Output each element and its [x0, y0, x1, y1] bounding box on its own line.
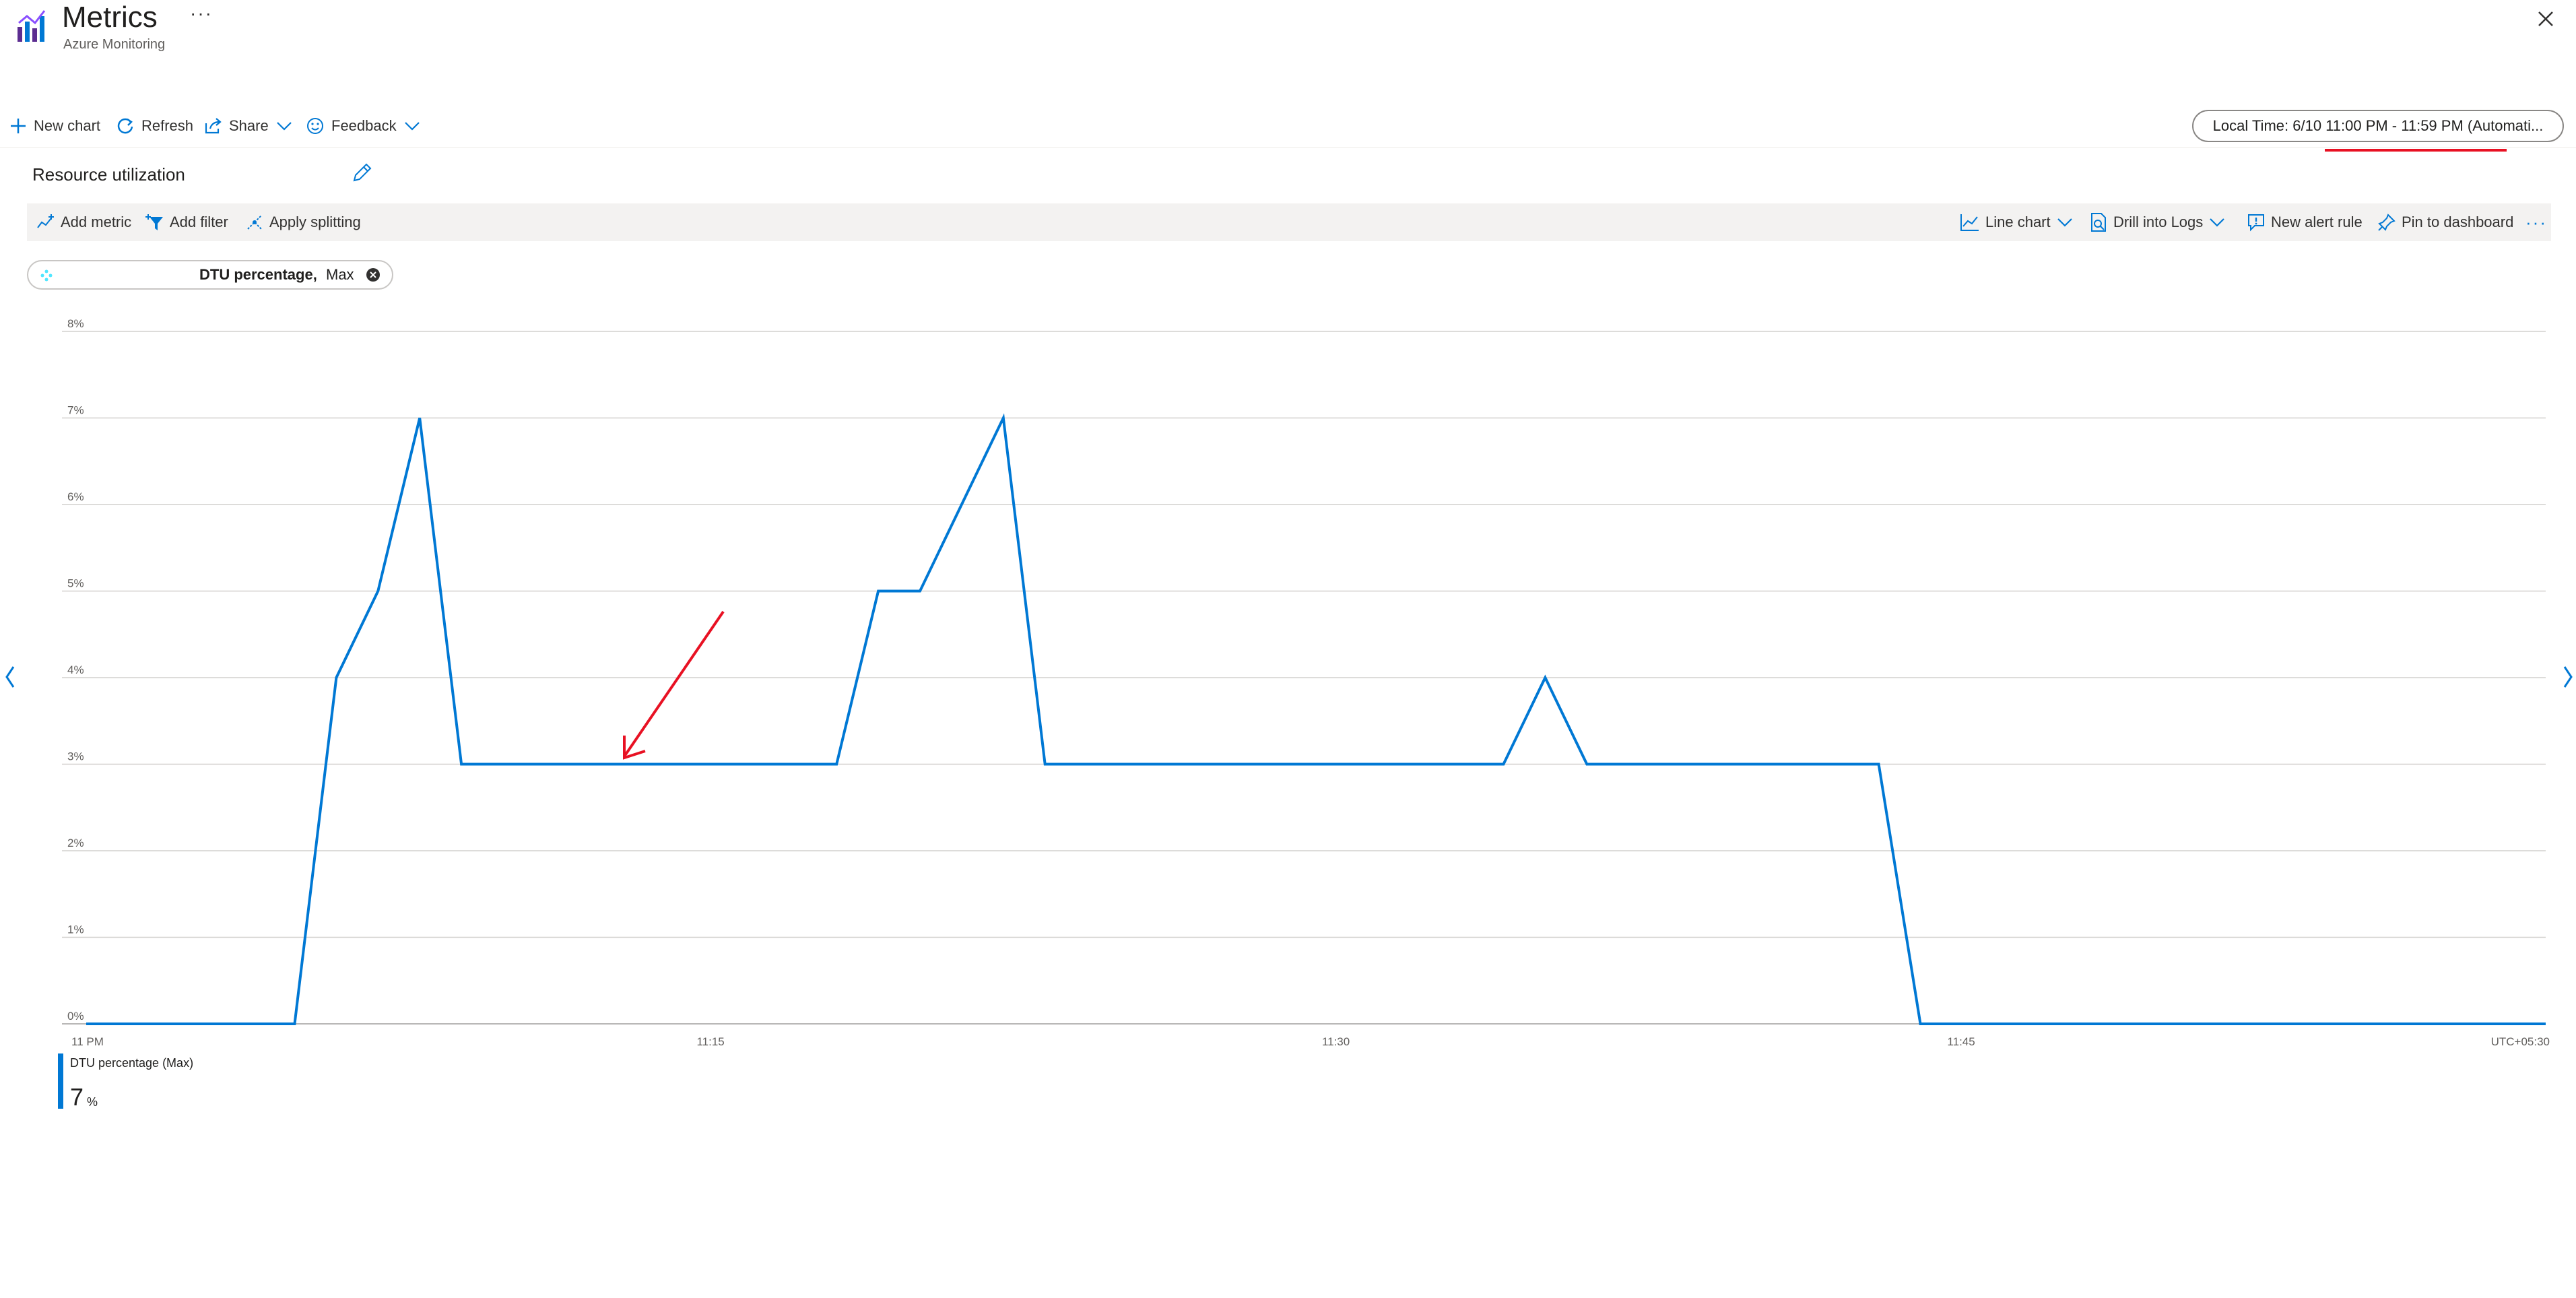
pin-to-dashboard-button[interactable]: Pin to dashboard: [2377, 203, 2513, 241]
y-tick-label: 8%: [67, 317, 84, 330]
metrics-app-icon: [15, 8, 51, 44]
pin-icon: [2378, 214, 2396, 231]
y-tick-label: 7%: [67, 404, 84, 417]
y-tick-label: 0%: [67, 1010, 84, 1023]
toolbar-more-button[interactable]: ···: [2525, 203, 2547, 241]
new-alert-rule-label: New alert rule: [2271, 214, 2363, 230]
line-chart-label: Line chart: [1985, 214, 2051, 230]
y-tick-label: 6%: [67, 490, 84, 503]
series-line: [86, 413, 2546, 1025]
new-alert-rule-button[interactable]: New alert rule: [2247, 203, 2363, 241]
share-button[interactable]: Share: [203, 110, 293, 141]
more-options-button[interactable]: ···: [190, 3, 213, 24]
add-filter-button[interactable]: Add filter: [145, 203, 228, 241]
drill-into-logs-dropdown[interactable]: Drill into Logs: [2089, 203, 2226, 241]
legend-color-bar: [58, 1053, 63, 1109]
y-tick-label: 2%: [67, 837, 84, 849]
edit-icon[interactable]: [350, 162, 373, 185]
drill-into-logs-label: Drill into Logs: [2113, 214, 2204, 230]
share-icon: [205, 118, 222, 134]
new-chart-button[interactable]: New chart: [9, 110, 100, 141]
resource-icon: [39, 268, 54, 286]
chart-series: [86, 413, 2546, 1025]
add-metric-button[interactable]: Add metric: [36, 203, 131, 241]
time-range-label: Local Time: 6/10 11:00 PM - 11:59 PM (Au…: [2212, 117, 2544, 134]
chevron-left-icon[interactable]: [5, 666, 15, 688]
annotation-arrow: [623, 610, 725, 760]
legend-unit: %: [87, 1095, 98, 1109]
share-label: Share: [229, 117, 269, 134]
x-axis-labels: 11 PM 11:15 11:30 11:45 UTC+05:30: [71, 1035, 2550, 1048]
chevron-down-icon: [276, 122, 292, 131]
y-tick-label: 3%: [67, 750, 84, 763]
legend-series-name: DTU percentage (Max): [70, 1056, 194, 1070]
remove-metric-icon[interactable]: [365, 267, 381, 283]
page-title: Metrics: [62, 1, 158, 34]
chevron-down-icon: [2210, 218, 2225, 227]
add-filter-icon: [145, 214, 163, 230]
x-tick-label: 11:15: [696, 1035, 724, 1048]
x-tick-label: 11:30: [1322, 1035, 1350, 1048]
line-chart: 0% 1% 2% 3% 4% 5% 6% 7% 8% 11 PM 11:15 11:30 11:45 U…: [5, 317, 2573, 1048]
x-tick-label: 11:45: [1947, 1035, 1975, 1048]
new-chart-label: New chart: [34, 117, 101, 134]
plus-icon: [11, 119, 26, 133]
timezone-label: UTC+05:30: [2491, 1035, 2550, 1048]
refresh-icon: [117, 118, 133, 134]
page-subtitle: Azure Monitoring: [63, 37, 166, 52]
y-axis-labels: 0% 1% 2% 3% 4% 5% 6% 7% 8%: [67, 317, 84, 1023]
y-tick-label: 5%: [67, 577, 84, 590]
feedback-button[interactable]: Feedback: [306, 110, 421, 141]
feedback-label: Feedback: [331, 117, 397, 134]
alert-icon: [2248, 214, 2264, 232]
time-range-picker[interactable]: Local Time: 6/10 11:00 PM - 11:59 PM (Au…: [2192, 110, 2564, 142]
logs-icon: [2091, 213, 2106, 232]
refresh-button[interactable]: Refresh: [116, 110, 193, 141]
add-filter-label: Add filter: [170, 214, 228, 230]
add-metric-label: Add metric: [61, 214, 132, 230]
metric-pill-aggregation: Max: [326, 266, 354, 283]
apply-splitting-button[interactable]: Apply splitting: [245, 203, 361, 241]
apply-splitting-icon: [247, 215, 262, 230]
chevron-down-icon: [2057, 218, 2072, 227]
chart-title: Resource utilization: [32, 164, 185, 185]
close-icon[interactable]: [2532, 5, 2559, 32]
refresh-label: Refresh: [141, 117, 194, 134]
line-chart-dropdown[interactable]: Line chart: [1960, 203, 2074, 241]
add-metric-icon: [37, 214, 54, 228]
line-chart-icon: [1960, 214, 1979, 231]
chart-grid: [62, 331, 2546, 1025]
header-divider: [0, 147, 2576, 148]
x-tick-label: 11 PM: [71, 1035, 104, 1048]
feedback-icon: [307, 118, 323, 134]
annotation-underline: [2325, 149, 2507, 152]
legend-value: 7: [70, 1083, 84, 1111]
pin-to-dashboard-label: Pin to dashboard: [2402, 214, 2514, 230]
chevron-down-icon: [404, 122, 420, 131]
apply-splitting-label: Apply splitting: [269, 214, 361, 230]
chevron-right-icon[interactable]: [2563, 666, 2573, 688]
y-tick-label: 4%: [67, 663, 84, 676]
y-tick-label: 1%: [67, 923, 84, 936]
metric-pill-name: DTU percentage,: [199, 266, 317, 283]
